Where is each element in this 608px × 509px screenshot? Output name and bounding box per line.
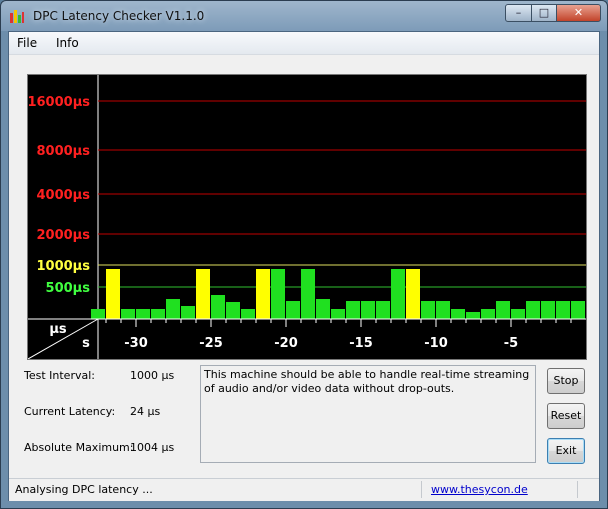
menu-info[interactable]: Info <box>56 36 79 50</box>
window-title: DPC Latency Checker V1.1.0 <box>33 9 205 23</box>
status-text: Analysing DPC latency ... <box>15 483 153 496</box>
client-area: File Info 16000µs 8000µs 4000µs 2000µs 1000µ… <box>8 31 600 501</box>
latency-bar <box>226 302 240 319</box>
latency-bar <box>556 301 570 319</box>
minimize-button[interactable]: – <box>505 4 532 22</box>
y-tick-label: 16000µs <box>28 95 90 110</box>
latency-bar <box>331 309 345 319</box>
current-latency-label: Current Latency: <box>24 405 116 418</box>
x-tick-label: -5 <box>504 336 518 351</box>
latency-bar <box>466 312 480 319</box>
status-message-box: This machine should be able to handle re… <box>200 365 536 463</box>
absolute-max-label: Absolute Maximum: <box>24 441 134 454</box>
latency-bar <box>301 269 315 319</box>
latency-bar <box>481 309 495 319</box>
latency-bar <box>271 269 285 319</box>
y-tick-label: 1000µs <box>37 259 91 274</box>
app-icon <box>10 10 24 23</box>
reset-button[interactable]: Reset <box>547 403 585 429</box>
latency-bar <box>316 299 330 319</box>
latency-graph: 16000µs 8000µs 4000µs 2000µs 1000µs 500µs -30 -… <box>27 74 587 360</box>
x-unit-label: s <box>82 336 90 351</box>
y-tick-label: 2000µs <box>37 228 91 243</box>
latency-bar <box>526 301 540 319</box>
latency-bar <box>511 309 525 319</box>
latency-bar <box>451 309 465 319</box>
y-tick-label: 500µs <box>46 281 91 296</box>
website-link[interactable]: www.thesycon.de <box>431 483 528 496</box>
latency-bar <box>136 309 150 319</box>
latency-bar <box>406 269 420 319</box>
exit-button[interactable]: Exit <box>547 438 585 464</box>
minimize-icon: – <box>515 6 522 19</box>
latency-bar <box>346 301 360 319</box>
latency-bar <box>436 301 450 319</box>
y-tick-label: 8000µs <box>37 144 91 159</box>
app-window: DPC Latency Checker V1.1.0 – □ ✕ File In… <box>0 0 608 509</box>
current-latency-value: 24 µs <box>130 405 161 418</box>
latency-chart: 16000µs 8000µs 4000µs 2000µs 1000µs 500µs -30 -… <box>28 75 586 359</box>
x-tick-label: -10 <box>424 336 448 351</box>
latency-bar <box>361 301 375 319</box>
latency-bar <box>286 301 300 319</box>
latency-bar <box>211 295 225 319</box>
status-separator <box>421 481 422 498</box>
test-interval-label: Test Interval: <box>24 369 95 382</box>
latency-bar <box>241 309 255 319</box>
x-tick-label: -30 <box>124 336 148 351</box>
latency-bar <box>151 309 165 319</box>
menu-bar: File Info <box>9 32 599 55</box>
close-icon: ✕ <box>573 6 584 19</box>
latency-bar <box>106 269 120 319</box>
menu-file[interactable]: File <box>17 36 37 50</box>
latency-bar <box>181 306 195 319</box>
latency-bar <box>391 269 405 319</box>
status-bar: Analysing DPC latency ... www.thesycon.d… <box>9 478 599 501</box>
close-button[interactable]: ✕ <box>556 4 601 22</box>
latency-bar <box>256 269 270 319</box>
latency-bar <box>496 301 510 319</box>
x-tick-label: -15 <box>349 336 373 351</box>
title-bar[interactable]: DPC Latency Checker V1.1.0 – □ ✕ <box>1 1 607 31</box>
y-unit-label: µs <box>49 322 67 337</box>
y-tick-label: 4000µs <box>37 188 91 203</box>
test-interval-value: 1000 µs <box>130 369 175 382</box>
latency-bar <box>196 269 210 319</box>
x-tick-label: -25 <box>199 336 223 351</box>
maximize-icon: □ <box>538 6 550 19</box>
x-tick-label: -20 <box>274 336 298 351</box>
latency-bar <box>91 309 105 319</box>
absolute-max-value: 1004 µs <box>130 441 175 454</box>
latency-bar <box>166 299 180 319</box>
latency-bar <box>121 309 135 319</box>
latency-bar <box>541 301 555 319</box>
status-separator <box>577 481 578 498</box>
latency-bar <box>571 301 585 319</box>
latency-bar <box>376 301 390 319</box>
stop-button[interactable]: Stop <box>547 368 585 394</box>
latency-bar <box>421 301 435 319</box>
maximize-button[interactable]: □ <box>531 4 557 22</box>
